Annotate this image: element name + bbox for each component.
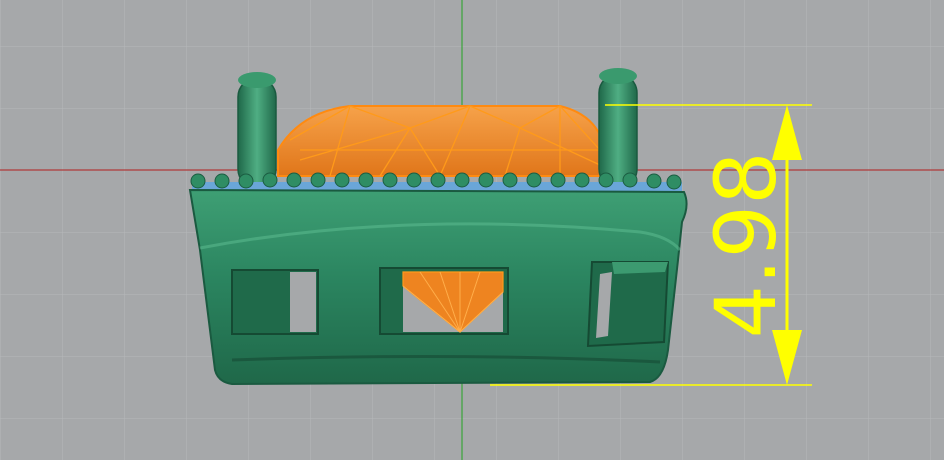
left-window: [231, 269, 319, 335]
right-window: [586, 261, 670, 348]
front-viewport[interactable]: 4.98: [0, 0, 944, 460]
gemstone-crown[interactable]: [277, 105, 606, 177]
setting-band[interactable]: [188, 188, 688, 386]
viewport-canvas[interactable]: 4.98: [0, 0, 944, 460]
center-window: [379, 267, 509, 335]
dimension-value[interactable]: 4.98: [697, 151, 795, 338]
left-prong[interactable]: [237, 72, 277, 189]
right-prong[interactable]: [598, 68, 638, 189]
